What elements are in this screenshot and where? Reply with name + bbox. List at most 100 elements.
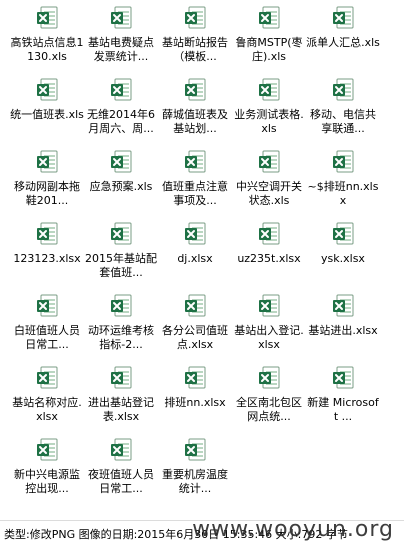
file-name: dj.xlsx (177, 252, 213, 265)
file-name: 派单人汇总.xls (306, 36, 380, 49)
file-item[interactable]: 应急预案.xls (84, 148, 158, 220)
file-name: 基站断站报告（模板... (162, 36, 228, 63)
file-name: 夜班值班人员日常工... (88, 468, 154, 495)
excel-file-icon (332, 6, 354, 30)
file-item[interactable]: 基站名称对应.xlsx (10, 364, 84, 436)
file-item[interactable]: 123123.xlsx (10, 220, 84, 292)
excel-file-icon (184, 294, 206, 318)
file-item[interactable]: ysk.xlsx (306, 220, 380, 292)
file-item[interactable]: 新中兴电源监控出现... (10, 436, 84, 508)
excel-file-icon (184, 366, 206, 390)
file-name: uz235t.xlsx (237, 252, 301, 265)
file-name: 移动、电信共享联通... (310, 108, 376, 135)
excel-file-icon (36, 366, 58, 390)
excel-file-icon (332, 294, 354, 318)
file-name: 中兴空调开关状态.xls (236, 180, 302, 207)
file-name: 动环运维考核指标-2... (88, 324, 154, 351)
file-name: 全区南北包区网点统... (236, 396, 302, 423)
excel-file-icon (258, 78, 280, 102)
excel-file-icon (184, 78, 206, 102)
excel-file-icon (184, 222, 206, 246)
excel-file-icon (258, 6, 280, 30)
file-name: 基站名称对应.xlsx (12, 396, 82, 423)
excel-file-icon (110, 438, 132, 462)
excel-file-icon (110, 6, 132, 30)
file-item[interactable]: 重要机房温度统计... (158, 436, 232, 508)
file-item[interactable]: 薛城值班表及基站划... (158, 76, 232, 148)
file-name: 白班值班人员日常工... (14, 324, 80, 351)
excel-file-icon (258, 294, 280, 318)
file-item[interactable]: 基站进出.xlsx (306, 292, 380, 364)
file-name: 基站出入登记.xlsx (234, 324, 304, 351)
excel-file-icon (258, 222, 280, 246)
excel-file-icon (184, 438, 206, 462)
file-item[interactable]: 基站断站报告（模板... (158, 4, 232, 76)
file-item[interactable]: 白班值班人员日常工... (10, 292, 84, 364)
file-item[interactable]: 全区南北包区网点统... (232, 364, 306, 436)
file-name: ~$排班nn.xlsx (307, 180, 379, 207)
excel-file-icon (332, 150, 354, 174)
file-item[interactable]: 鲁商MSTP(枣庄).xls (232, 4, 306, 76)
file-item[interactable]: 动环运维考核指标-2... (84, 292, 158, 364)
excel-file-icon (36, 222, 58, 246)
excel-file-icon (36, 150, 58, 174)
file-item[interactable]: 进出基站登记表.xlsx (84, 364, 158, 436)
excel-file-icon (36, 78, 58, 102)
excel-file-icon (184, 6, 206, 30)
excel-file-icon (110, 294, 132, 318)
file-grid: 高铁站点信息1130.xls 基站电费疑点发票统计... 基站断站报告（模板..… (0, 0, 404, 520)
file-item[interactable]: 2015年基站配套值班... (84, 220, 158, 292)
file-item[interactable]: 派单人汇总.xls (306, 4, 380, 76)
file-name: 进出基站登记表.xlsx (88, 396, 154, 423)
file-name: 薛城值班表及基站划... (162, 108, 228, 135)
file-item[interactable]: 各分公司值班点.xlsx (158, 292, 232, 364)
excel-file-icon (258, 366, 280, 390)
file-name: 应急预案.xls (89, 180, 153, 193)
file-item[interactable]: 夜班值班人员日常工... (84, 436, 158, 508)
file-name: 基站电费疑点发票统计... (88, 36, 154, 63)
excel-file-icon (258, 150, 280, 174)
excel-file-icon (36, 294, 58, 318)
excel-file-icon (36, 438, 58, 462)
file-item[interactable]: 高铁站点信息1130.xls (10, 4, 84, 76)
excel-file-icon (36, 6, 58, 30)
file-item[interactable]: 无维2014年6月周六、周... (84, 76, 158, 148)
excel-file-icon (110, 222, 132, 246)
file-name: 移动网副本拖鞋201... (14, 180, 80, 207)
file-name: 值班重点注意事项及... (162, 180, 228, 207)
file-item[interactable]: 统一值班表.xls (10, 76, 84, 148)
watermark: www.wooyun.org (192, 517, 394, 542)
file-item[interactable]: 新建 Microsoft ... (306, 364, 380, 436)
file-name: 高铁站点信息1130.xls (10, 36, 84, 63)
file-name: 统一值班表.xls (10, 108, 84, 121)
file-item[interactable]: 排班nn.xlsx (158, 364, 232, 436)
file-name: 业务测试表格.xls (234, 108, 304, 135)
file-item[interactable]: 中兴空调开关状态.xls (232, 148, 306, 220)
file-name: 2015年基站配套值班... (85, 252, 157, 279)
file-item[interactable]: 业务测试表格.xls (232, 76, 306, 148)
excel-file-icon (110, 366, 132, 390)
file-item[interactable]: ~$排班nn.xlsx (306, 148, 380, 220)
file-item[interactable]: 移动网副本拖鞋201... (10, 148, 84, 220)
file-name: 新建 Microsoft ... (307, 396, 379, 423)
excel-file-icon (332, 78, 354, 102)
excel-file-icon (184, 150, 206, 174)
file-name: 新中兴电源监控出现... (14, 468, 80, 495)
file-item[interactable]: 值班重点注意事项及... (158, 148, 232, 220)
file-item[interactable]: 移动、电信共享联通... (306, 76, 380, 148)
file-name: 鲁商MSTP(枣庄).xls (235, 36, 303, 63)
file-item[interactable]: dj.xlsx (158, 220, 232, 292)
file-name: 排班nn.xlsx (164, 396, 226, 409)
file-name: 123123.xlsx (13, 252, 81, 265)
file-name: ysk.xlsx (321, 252, 365, 265)
file-name: 基站进出.xlsx (308, 324, 378, 337)
excel-file-icon (110, 150, 132, 174)
excel-file-icon (332, 366, 354, 390)
file-item[interactable]: 基站出入登记.xlsx (232, 292, 306, 364)
file-item[interactable]: uz235t.xlsx (232, 220, 306, 292)
file-name: 无维2014年6月周六、周... (87, 108, 155, 135)
file-item[interactable]: 基站电费疑点发票统计... (84, 4, 158, 76)
file-name: 各分公司值班点.xlsx (162, 324, 228, 351)
excel-file-icon (110, 78, 132, 102)
excel-file-icon (332, 222, 354, 246)
